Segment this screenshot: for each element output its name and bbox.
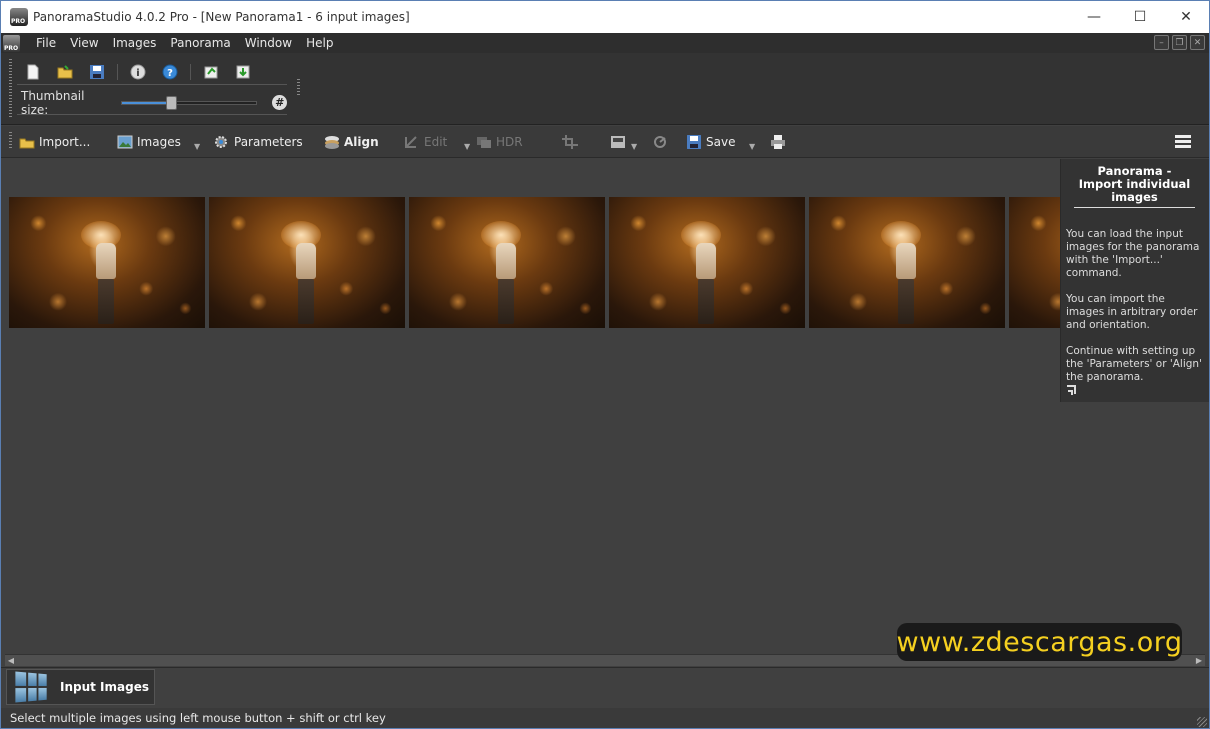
images-dropdown-arrow[interactable]: ▼ bbox=[194, 142, 200, 151]
mdi-minimize-button[interactable]: – bbox=[1154, 35, 1169, 50]
export-icon[interactable] bbox=[203, 64, 219, 80]
save-button[interactable]: Save bbox=[686, 130, 735, 154]
menu-view[interactable]: View bbox=[63, 36, 105, 50]
parameters-button[interactable]: Parameters bbox=[214, 130, 303, 154]
help-paragraph: You can import the images in arbitrary o… bbox=[1066, 293, 1198, 331]
resize-grip-icon[interactable] bbox=[1197, 717, 1207, 727]
image-grid-icon bbox=[15, 671, 47, 703]
menu-window[interactable]: Window bbox=[238, 36, 299, 50]
image-thumbnail[interactable] bbox=[809, 197, 1005, 328]
minimize-button[interactable]: — bbox=[1071, 1, 1117, 33]
refresh-icon bbox=[654, 136, 666, 148]
render-icon bbox=[611, 136, 625, 148]
render-dropdown-arrow[interactable]: ▼ bbox=[631, 142, 637, 151]
close-button[interactable]: ✕ bbox=[1163, 1, 1209, 33]
printer-icon bbox=[771, 135, 785, 149]
edit-label: Edit bbox=[424, 135, 448, 149]
status-text: Select multiple images using left mouse … bbox=[10, 711, 386, 725]
images-button[interactable]: Images bbox=[117, 130, 181, 154]
hamburger-menu-icon[interactable] bbox=[1175, 135, 1191, 148]
help-panel: Panorama - Import individual images You … bbox=[1060, 159, 1209, 402]
maximize-button[interactable]: ☐ bbox=[1117, 1, 1163, 33]
toolbar-grip[interactable] bbox=[9, 59, 12, 117]
file-toolbar: i ? bbox=[17, 59, 287, 85]
edit-button[interactable]: Edit bbox=[404, 130, 447, 154]
status-bar: Select multiple images using left mouse … bbox=[1, 708, 1209, 728]
toolbar-grip-2[interactable] bbox=[297, 79, 300, 97]
import-button[interactable]: Import... bbox=[19, 130, 90, 154]
align-button[interactable]: Align bbox=[324, 130, 379, 154]
tab-input-images[interactable]: Input Images bbox=[6, 669, 155, 705]
thumbnail-size-slider[interactable] bbox=[121, 95, 258, 110]
hdr-button[interactable]: HDR bbox=[476, 130, 523, 154]
help-paragraph: Continue with setting up the 'Parameters… bbox=[1066, 345, 1202, 383]
hdr-icon bbox=[477, 137, 491, 148]
main-toolbar: Import... Images ▼ Parameters Align Edit… bbox=[1, 126, 1209, 158]
align-stack-icon bbox=[325, 136, 339, 149]
app-logo-icon bbox=[10, 8, 28, 26]
hdr-label: HDR bbox=[496, 135, 523, 149]
parameters-label: Parameters bbox=[234, 135, 303, 149]
menu-file[interactable]: File bbox=[29, 36, 63, 50]
print-button[interactable] bbox=[770, 130, 790, 154]
thumbnail-size-row: Thumbnail size: # bbox=[17, 88, 287, 117]
upper-toolbar: i ? Thumbnail size: # bbox=[1, 53, 1209, 125]
thumbnail-size-label: Thumbnail size: bbox=[21, 88, 85, 117]
grid-toggle-button[interactable]: # bbox=[272, 95, 287, 110]
save-disk-icon[interactable] bbox=[89, 64, 105, 80]
refresh-button[interactable] bbox=[652, 130, 672, 154]
image-thumbnail[interactable] bbox=[409, 197, 605, 328]
import-folder-icon bbox=[19, 138, 35, 149]
help-icon[interactable]: ? bbox=[162, 64, 178, 80]
help-paragraph: You can load the input images for the pa… bbox=[1066, 228, 1200, 279]
image-thumbnail[interactable] bbox=[9, 197, 205, 328]
menu-bar: File View Images Panorama Window Help – … bbox=[1, 33, 1209, 53]
edit-dropdown-arrow[interactable]: ▼ bbox=[464, 142, 470, 151]
parameters-gear-icon bbox=[215, 136, 227, 148]
save-icon bbox=[687, 135, 701, 149]
watermark-banner: www.zdescargas.org bbox=[897, 623, 1182, 661]
mdi-restore-button[interactable]: ❐ bbox=[1172, 35, 1187, 50]
image-thumbnail[interactable] bbox=[209, 197, 405, 328]
crop-icon bbox=[562, 135, 578, 149]
menu-help[interactable]: Help bbox=[299, 36, 340, 50]
thumbnail-area: Panorama - Import individual images You … bbox=[1, 159, 1209, 653]
save-label: Save bbox=[706, 135, 736, 149]
images-label: Images bbox=[137, 135, 181, 149]
tab-bar: Input Images bbox=[1, 667, 1209, 707]
toolbar-separator bbox=[117, 63, 118, 80]
menu-panorama[interactable]: Panorama bbox=[163, 36, 237, 50]
edit-icon bbox=[405, 136, 417, 148]
open-folder-icon[interactable] bbox=[57, 64, 73, 80]
import-label: Import... bbox=[39, 135, 91, 149]
menu-images[interactable]: Images bbox=[106, 36, 164, 50]
app-window: PanoramaStudio 4.0.2 Pro - [New Panorama… bbox=[0, 0, 1210, 729]
slider-fill bbox=[122, 101, 170, 104]
scroll-right-arrow-icon[interactable]: ▶ bbox=[1193, 655, 1205, 666]
help-panel-title: Panorama - Import individual images bbox=[1074, 165, 1195, 208]
image-thumbnail[interactable] bbox=[609, 197, 805, 328]
save-dropdown-arrow[interactable]: ▼ bbox=[749, 142, 755, 151]
render-button[interactable] bbox=[610, 130, 630, 154]
import-icon[interactable] bbox=[235, 64, 251, 80]
input-image-strip bbox=[9, 197, 1205, 328]
info-icon[interactable]: i bbox=[130, 64, 146, 80]
svg-text:?: ? bbox=[167, 68, 173, 79]
document-icon[interactable] bbox=[3, 34, 20, 52]
toolbar-separator bbox=[190, 63, 191, 80]
slider-knob[interactable] bbox=[166, 95, 178, 110]
new-file-icon[interactable] bbox=[25, 64, 41, 80]
window-title: PanoramaStudio 4.0.2 Pro - [New Panorama… bbox=[33, 10, 410, 24]
tab-label: Input Images bbox=[60, 680, 149, 694]
collapse-panel-icon[interactable] bbox=[1067, 385, 1076, 395]
images-icon bbox=[117, 135, 133, 149]
mdi-close-button[interactable]: ✕ bbox=[1190, 35, 1205, 50]
svg-text:i: i bbox=[136, 68, 139, 79]
title-bar: PanoramaStudio 4.0.2 Pro - [New Panorama… bbox=[1, 1, 1209, 33]
scroll-left-arrow-icon[interactable]: ◀ bbox=[5, 655, 17, 666]
crop-button[interactable] bbox=[562, 130, 582, 154]
main-toolbar-grip[interactable] bbox=[9, 132, 12, 150]
align-label: Align bbox=[344, 135, 379, 149]
